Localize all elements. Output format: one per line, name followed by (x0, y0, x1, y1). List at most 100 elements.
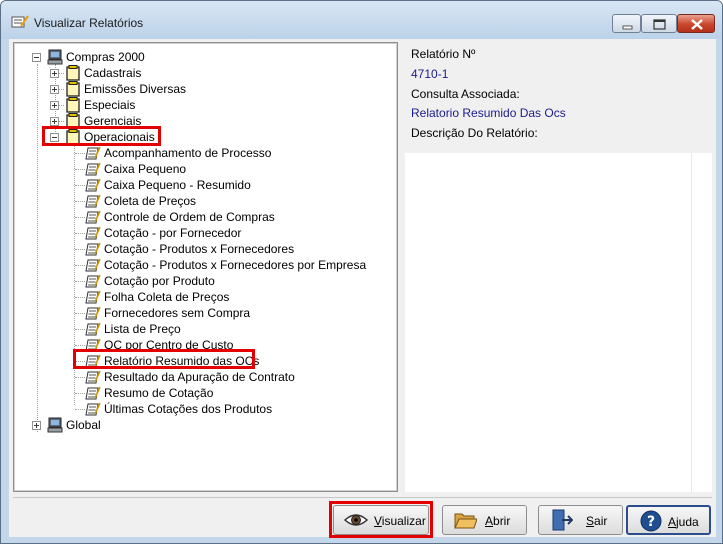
tree-node-report[interactable]: Cotação - Produtos x Fornecedores (14, 241, 397, 257)
report-icon (85, 178, 101, 192)
expand-toggle[interactable] (32, 421, 41, 430)
abrir-label: Abrir (485, 514, 511, 528)
report-icon (85, 290, 101, 304)
report-viewer-window: Visualizar Relatórios Compras 2000 Cadas… (0, 0, 723, 544)
tree-node-report[interactable]: Cotação - Produtos x Fornecedores por Em… (14, 257, 397, 273)
svg-text:?: ? (647, 514, 655, 530)
tree-line (75, 329, 85, 330)
tree-line (75, 265, 85, 266)
report-icon (85, 162, 101, 176)
maximize-icon (653, 19, 666, 30)
report-icon (85, 194, 101, 208)
tree-node-report[interactable]: Controle de Ordem de Compras (14, 209, 397, 225)
tree-node-label: Resumo de Cotação (104, 386, 214, 400)
tree-node-report[interactable]: Últimas Cotações dos Produtos (14, 401, 397, 417)
tree-node-report[interactable]: Fornecedores sem Compra (14, 305, 397, 321)
reports-app-icon (11, 15, 29, 28)
tree-node-report[interactable]: Folha Coleta de Preços (14, 289, 397, 305)
report-icon (85, 226, 101, 240)
sair-label: Sair (586, 514, 608, 528)
description-label: Descrição Do Relatório: (411, 126, 538, 140)
open-folder-icon (454, 513, 477, 529)
tree-node-report[interactable]: Caixa Pequeno - Resumido (14, 177, 397, 193)
tree-node-label: Global (66, 418, 101, 432)
tree-node-report[interactable]: Cotação - por Fornecedor (14, 225, 397, 241)
highlight-visualizar (329, 501, 433, 538)
expand-toggle[interactable] (50, 101, 59, 110)
tree-node-report[interactable]: Resumo de Cotação (14, 385, 397, 401)
close-button[interactable] (677, 14, 715, 33)
associated-query-label: Consulta Associada: (411, 87, 520, 101)
report-group-icon (66, 81, 80, 97)
ajuda-button[interactable]: ? Ajuda (626, 505, 711, 535)
tree-line (75, 377, 85, 378)
tree-node-report[interactable]: Caixa Pequeno (14, 161, 397, 177)
tree-line (75, 185, 85, 186)
close-icon (691, 19, 703, 30)
maximize-button[interactable] (641, 14, 677, 33)
tree-node-label: Resultado da Apuração de Contrato (104, 370, 295, 384)
tree-node-report[interactable]: Resultado da Apuração de Contrato (14, 369, 397, 385)
computer-icon (47, 49, 63, 65)
tree-node-group[interactable]: Cadastrais (14, 65, 397, 81)
highlight-selected-report (73, 349, 255, 369)
tree-node-group[interactable]: Emissões Diversas (14, 81, 397, 97)
collapse-toggle[interactable] (32, 53, 41, 62)
tree-node-label: Cotação - Produtos x Fornecedores por Em… (104, 258, 367, 272)
tree-node-report[interactable]: Lista de Preço (14, 321, 397, 337)
tree-node-report[interactable]: Acompanhamento de Processo (14, 145, 397, 161)
tree-node-label: Lista de Preço (104, 322, 181, 336)
report-tree[interactable]: Compras 2000 Cadastrais Emissões Diversa… (13, 42, 398, 492)
report-icon (85, 322, 101, 336)
tree-node-label: Caixa Pequeno (104, 162, 187, 176)
tree-line (75, 313, 85, 314)
description-textarea[interactable] (405, 153, 691, 492)
tree-node-label: Últimas Cotações dos Produtos (104, 402, 273, 416)
tree-line (75, 169, 85, 170)
tree-node-label: Caixa Pequeno - Resumido (104, 178, 251, 192)
expand-toggle[interactable] (50, 85, 59, 94)
tree-node-root[interactable]: Compras 2000 (14, 49, 397, 65)
report-icon (85, 146, 101, 160)
tree-node-label: Coleta de Preços (104, 194, 197, 208)
tree-node-label: Acompanhamento de Processo (104, 146, 272, 160)
report-group-icon (66, 65, 80, 81)
tree-node-global[interactable]: Global (14, 417, 397, 433)
computer-icon (47, 417, 63, 433)
report-icon (85, 274, 101, 288)
tree-node-label: Especiais (84, 98, 136, 112)
tree-line (75, 233, 85, 234)
panel-splitter[interactable] (398, 42, 404, 492)
button-bar: Visualizar Abrir Sair ? Ajuda (13, 497, 712, 538)
minimize-button[interactable] (612, 14, 641, 33)
tree-node-label: Compras 2000 (66, 50, 145, 64)
help-icon: ? (640, 510, 662, 532)
sair-button[interactable]: Sair (538, 505, 623, 535)
tree-node-label: Fornecedores sem Compra (104, 306, 251, 320)
tree-node-report[interactable]: Cotação por Produto (14, 273, 397, 289)
tree-line (75, 153, 85, 154)
description-scrollbar[interactable] (691, 153, 712, 492)
title-bar[interactable]: Visualizar Relatórios (1, 1, 722, 39)
exit-door-icon (552, 509, 573, 531)
expand-toggle[interactable] (50, 117, 59, 126)
tree-node-label: Emissões Diversas (84, 82, 187, 96)
tree-node-group[interactable]: Especiais (14, 97, 397, 113)
tree-line (75, 201, 85, 202)
tree-line (75, 281, 85, 282)
client-area: Compras 2000 Cadastrais Emissões Diversa… (9, 39, 716, 538)
report-icon (85, 370, 101, 384)
tree-node-label: Cotação - Produtos x Fornecedores (104, 242, 295, 256)
expand-toggle[interactable] (50, 69, 59, 78)
abrir-button[interactable]: Abrir (442, 505, 527, 535)
window-title: Visualizar Relatórios (34, 16, 144, 30)
tree-line (75, 345, 85, 346)
tree-node-label: Controle de Ordem de Compras (104, 210, 275, 224)
tree-node-report[interactable]: Coleta de Preços (14, 193, 397, 209)
report-icon (85, 242, 101, 256)
tree-line (75, 393, 85, 394)
tree-node-label: Cadastrais (84, 66, 142, 80)
tree-line (75, 297, 85, 298)
report-icon (85, 258, 101, 272)
tree-line (75, 409, 85, 410)
